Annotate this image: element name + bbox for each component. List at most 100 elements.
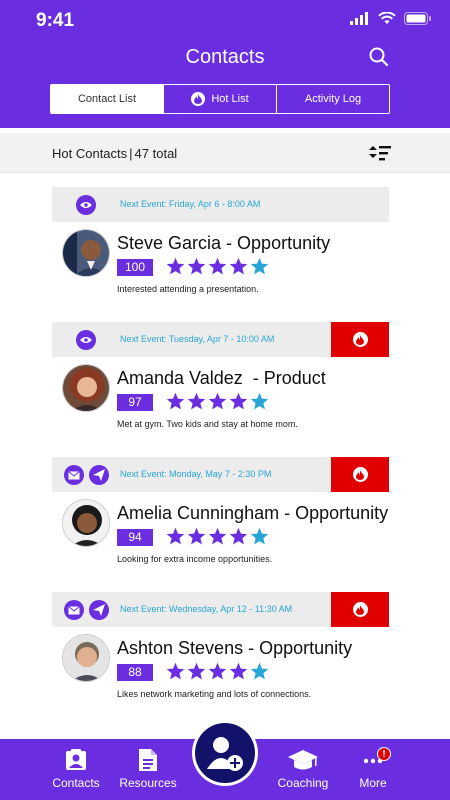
hot-flag[interactable] xyxy=(331,592,389,627)
mail-icon[interactable] xyxy=(64,600,84,620)
card-event-bar: Next Event: Tuesday, Apr 7 - 10:00 AM xyxy=(52,322,389,357)
next-event: Next Event: Tuesday, Apr 7 - 10:00 AM xyxy=(120,334,275,344)
contact-card[interactable]: Next Event: Friday, Apr 6 - 8:00 AM Stev… xyxy=(52,187,389,305)
star-icon xyxy=(250,527,269,545)
star-icon xyxy=(187,527,206,545)
star-icon xyxy=(229,392,248,410)
contact-card[interactable]: Next Event: Monday, May 7 - 2:30 PM Amel… xyxy=(52,457,389,575)
tab-label: Resources xyxy=(119,776,177,790)
star-icon xyxy=(166,662,185,680)
contacts-icon xyxy=(66,749,86,770)
avatar xyxy=(62,634,110,682)
tab-activity-log[interactable]: Activity Log xyxy=(276,85,389,113)
star-rating xyxy=(166,527,269,546)
contact-type: - Opportunity xyxy=(221,233,331,253)
search-icon[interactable] xyxy=(368,46,390,68)
contact-type: - Opportunity xyxy=(243,638,353,658)
card-event-bar: Next Event: Friday, Apr 6 - 8:00 AM xyxy=(52,187,389,222)
send-icon[interactable] xyxy=(89,465,109,485)
list-summary-bar: Hot Contacts | 47 total xyxy=(0,133,450,173)
hot-flag[interactable] xyxy=(331,322,389,357)
next-event: Next Event: Wednesday, Apr 12 - 11:30 AM xyxy=(120,604,293,614)
contact-name: Amanda Valdez xyxy=(117,368,243,388)
tab-label: Activity Log xyxy=(304,93,362,105)
status-bar: 9:41 xyxy=(0,0,450,40)
summary-label: Hot Contacts xyxy=(52,146,128,161)
next-event: Next Event: Friday, Apr 6 - 8:00 AM xyxy=(120,199,261,209)
star-rating xyxy=(166,392,269,411)
tab-contacts[interactable]: Contacts xyxy=(36,739,116,800)
flame-icon xyxy=(191,92,206,106)
star-icon xyxy=(187,662,206,680)
star-icon xyxy=(229,527,248,545)
eye-icon[interactable] xyxy=(76,330,96,350)
score-badge: 94 xyxy=(117,529,153,546)
list-summary: Hot Contacts | 47 total xyxy=(52,146,177,161)
contact-name-line: Steve Garcia - Opportunity xyxy=(117,233,389,254)
notification-badge: ! xyxy=(377,747,391,761)
contact-card[interactable]: Next Event: Tuesday, Apr 7 - 10:00 AM Am… xyxy=(52,322,389,440)
tab-coaching[interactable]: Coaching xyxy=(263,739,343,800)
battery-icon xyxy=(404,12,431,25)
tab-label: More xyxy=(359,776,387,790)
tab-more[interactable]: ! More xyxy=(333,739,413,800)
star-icon xyxy=(250,257,269,275)
tab-label: Contacts xyxy=(52,776,100,790)
star-icon xyxy=(250,392,269,410)
graduation-cap-icon xyxy=(288,750,318,770)
contact-name: Ashton Stevens xyxy=(117,638,244,658)
star-icon xyxy=(208,662,227,680)
add-contact-icon xyxy=(207,737,243,771)
star-icon xyxy=(250,662,269,680)
summary-separator: | xyxy=(129,146,133,161)
add-contact-button[interactable] xyxy=(192,720,258,786)
contact-name-line: Amelia Cunningham - Opportunity xyxy=(117,503,389,524)
score-badge: 100 xyxy=(117,259,153,276)
app-header: 9:41 Contacts Contact List Hot List Acti… xyxy=(0,0,450,128)
contact-card[interactable]: Next Event: Wednesday, Apr 12 - 11:30 AM… xyxy=(52,592,389,710)
avatar xyxy=(62,499,110,547)
star-rating xyxy=(166,257,269,276)
contact-note: Looking for extra income opportunities. xyxy=(117,554,273,564)
status-icons xyxy=(350,12,432,25)
segmented-tabs: Contact List Hot List Activity Log xyxy=(50,84,390,114)
avatar xyxy=(62,364,110,412)
tab-hot-list[interactable]: Hot List xyxy=(163,85,276,113)
star-icon xyxy=(166,392,185,410)
contact-type: - Opportunity xyxy=(279,503,389,523)
send-icon[interactable] xyxy=(89,600,109,620)
contact-name-line: Amanda Valdez - Product xyxy=(117,368,389,389)
star-icon xyxy=(187,257,206,275)
hot-flag[interactable] xyxy=(331,457,389,492)
star-icon xyxy=(208,392,227,410)
star-icon xyxy=(187,392,206,410)
contact-note: Met at gym. Two kids and stay at home mo… xyxy=(117,419,298,429)
contact-note: Interested attending a presentation. xyxy=(117,284,259,294)
avatar xyxy=(62,229,110,277)
next-event: Next Event: Monday, May 7 - 2:30 PM xyxy=(120,469,272,479)
status-time: 9:41 xyxy=(36,10,75,31)
tab-contact-list[interactable]: Contact List xyxy=(51,85,163,113)
flame-icon xyxy=(352,332,368,347)
tab-resources[interactable]: Resources xyxy=(108,739,188,800)
mail-icon[interactable] xyxy=(64,465,84,485)
star-icon xyxy=(166,257,185,275)
contact-type: - Product xyxy=(242,368,326,388)
star-icon xyxy=(208,257,227,275)
wifi-icon xyxy=(378,12,396,24)
card-event-bar: Next Event: Wednesday, Apr 12 - 11:30 AM xyxy=(52,592,389,627)
card-event-bar: Next Event: Monday, May 7 - 2:30 PM xyxy=(52,457,389,492)
contact-name: Amelia Cunningham xyxy=(117,503,280,523)
eye-icon[interactable] xyxy=(76,195,96,215)
contact-name: Steve Garcia xyxy=(117,233,222,253)
star-icon xyxy=(208,527,227,545)
sort-icon[interactable] xyxy=(366,143,392,163)
contact-name-line: Ashton Stevens - Opportunity xyxy=(117,638,389,659)
document-icon xyxy=(139,749,157,771)
star-icon xyxy=(229,257,248,275)
fab-inner xyxy=(195,723,255,783)
score-badge: 97 xyxy=(117,394,153,411)
flame-icon xyxy=(352,467,368,482)
tab-label: Contact List xyxy=(77,93,137,105)
summary-count: 47 total xyxy=(134,146,178,161)
